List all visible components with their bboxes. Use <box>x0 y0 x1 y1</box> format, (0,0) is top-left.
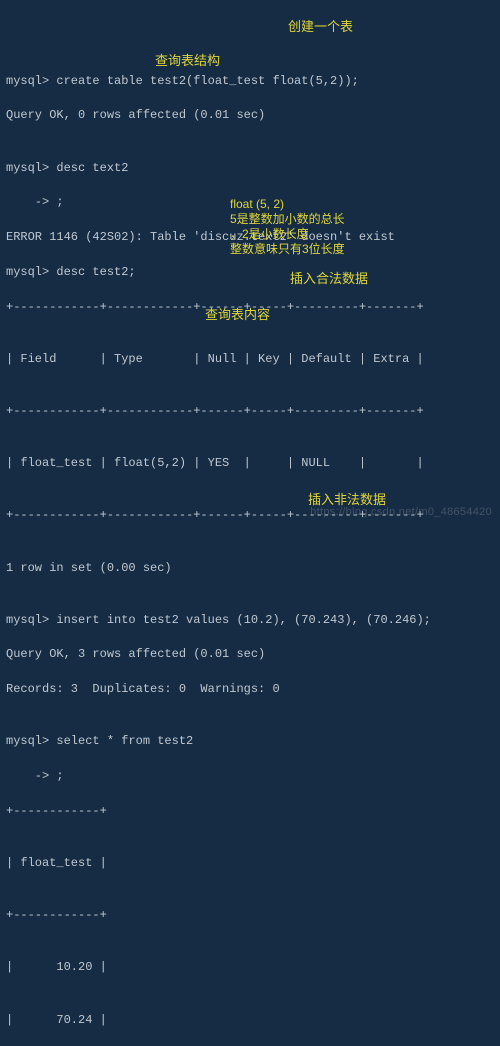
watermark: https://blog.csdn.net/m0_48654420 <box>310 505 492 521</box>
terminal-line: Records: 3 Duplicates: 0 Warnings: 0 <box>6 681 494 698</box>
note-insert-legal: 插入合法数据 <box>290 270 368 289</box>
terminal-line: mysql> insert into test2 values (10.2), … <box>6 612 494 629</box>
note-desc-structure: 查询表结构 <box>155 52 220 71</box>
terminal-line: mysql> select * from test2 <box>6 733 494 750</box>
terminal-line: mysql> create table test2(float_test flo… <box>6 73 494 90</box>
note-float-def-4: 整数意味只有3位长度 <box>230 241 345 258</box>
terminal-line: +------------+------------+------+-----+… <box>6 403 494 420</box>
terminal-line: +------------+ <box>6 907 494 924</box>
terminal-line: | float_test | float(5,2) | YES | | NULL… <box>6 455 494 472</box>
terminal-line: Query OK, 3 rows affected (0.01 sec) <box>6 646 494 663</box>
terminal-line: | Field | Type | Null | Key | Default | … <box>6 351 494 368</box>
terminal-line: mysql> desc text2 <box>6 160 494 177</box>
terminal-line: +------------+ <box>6 803 494 820</box>
note-select-content: 查询表内容 <box>205 306 270 325</box>
terminal-line: | 70.24 | <box>6 1012 494 1029</box>
terminal-line: Query OK, 0 rows affected (0.01 sec) <box>6 107 494 124</box>
terminal-line: mysql> desc test2; <box>6 264 494 281</box>
terminal-line: 1 row in set (0.00 sec) <box>6 560 494 577</box>
note-create-table: 创建一个表 <box>288 18 353 37</box>
terminal-line: | float_test | <box>6 855 494 872</box>
terminal-line: -> ; <box>6 768 494 785</box>
terminal-line: | 10.20 | <box>6 959 494 976</box>
